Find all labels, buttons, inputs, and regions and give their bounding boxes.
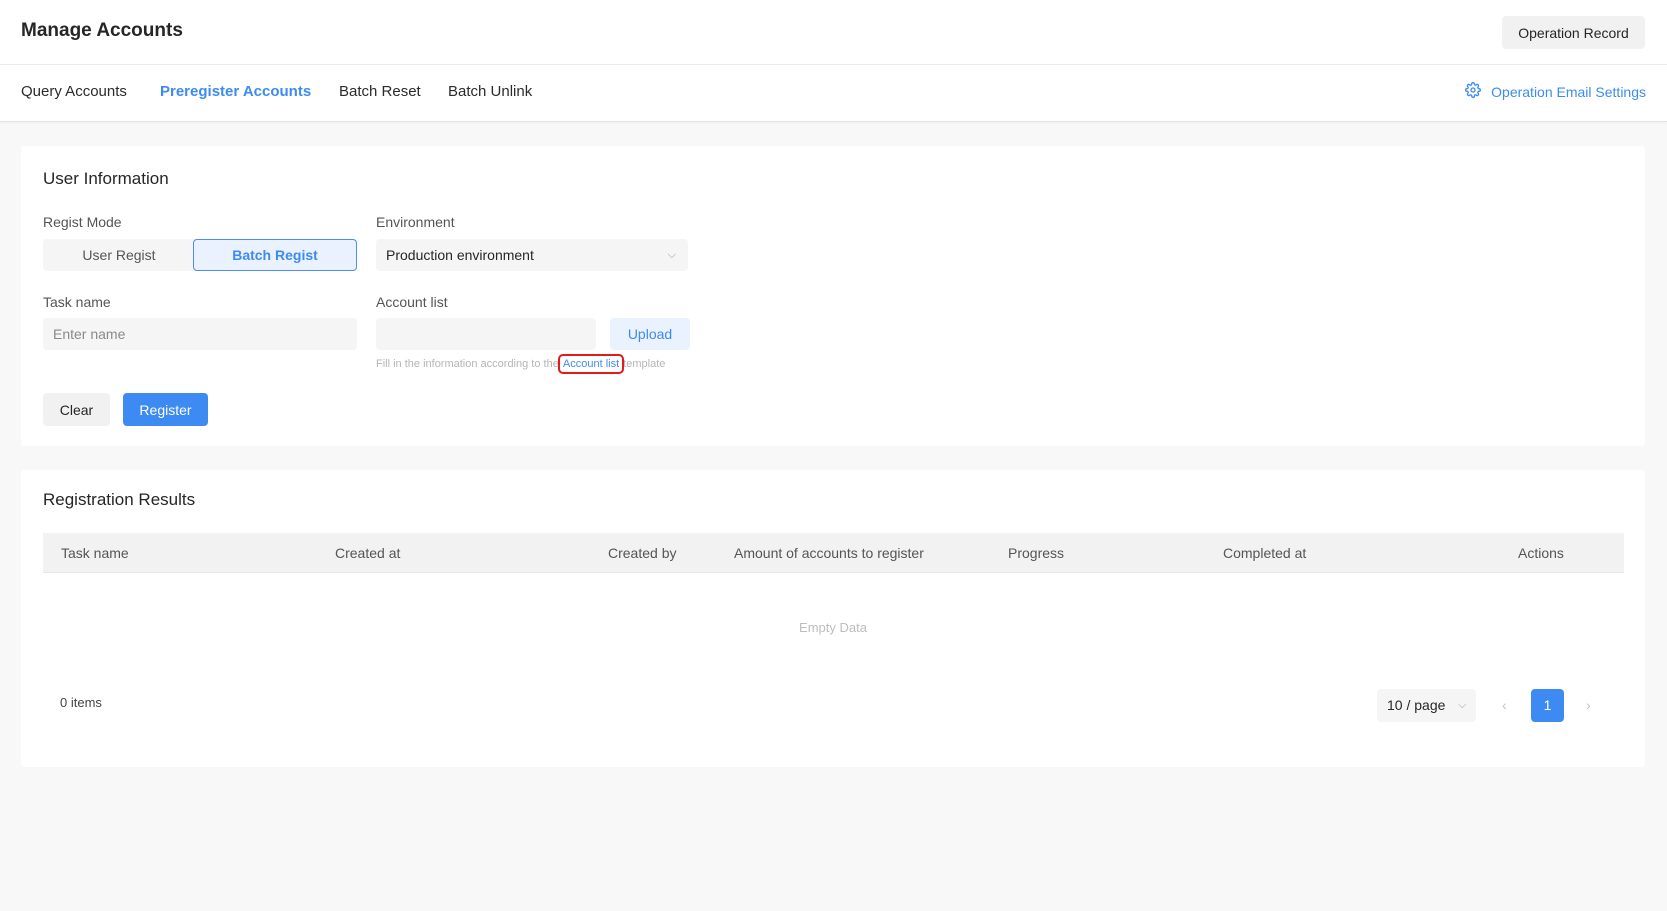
gear-icon	[1465, 82, 1482, 101]
user-regist-option[interactable]: User Regist	[43, 239, 195, 271]
hint-text-after: template	[623, 358, 666, 370]
column-amount: Amount of accounts to register	[734, 545, 924, 561]
task-name-input[interactable]	[43, 318, 357, 350]
column-actions: Actions	[1518, 545, 1564, 561]
regist-mode-label: Regist Mode	[43, 214, 122, 230]
tab-preregister-accounts[interactable]: Preregister Accounts	[160, 83, 311, 100]
user-information-card: User Information Regist Mode User Regist…	[21, 146, 1645, 446]
account-list-template-link[interactable]: Account list	[557, 354, 625, 374]
tab-query-accounts[interactable]: Query Accounts	[21, 83, 127, 100]
account-list-hint: Fill in the information according to the…	[376, 354, 666, 374]
tab-batch-reset[interactable]: Batch Reset	[339, 83, 421, 100]
previous-page-icon[interactable]: ‹	[1502, 689, 1507, 722]
tab-bar: Query Accounts Preregister Accounts Batc…	[0, 65, 1667, 122]
environment-select[interactable]: Production environment ⌵	[376, 239, 688, 271]
user-information-title: User Information	[43, 169, 169, 188]
operation-email-settings-link[interactable]: Operation Email Settings	[1465, 82, 1646, 101]
operation-email-settings-label: Operation Email Settings	[1491, 83, 1646, 100]
page-size-select[interactable]: 10 / page ⌵	[1377, 689, 1476, 722]
chevron-down-icon: ⌵	[1458, 700, 1466, 711]
operation-record-button[interactable]: Operation Record	[1502, 16, 1645, 49]
account-list-label: Account list	[376, 294, 448, 310]
environment-value: Production environment	[386, 247, 534, 263]
column-completed-at: Completed at	[1223, 545, 1307, 561]
table-header: Task name Created at Created by Amount o…	[43, 533, 1624, 573]
registration-results-title: Registration Results	[43, 490, 196, 509]
batch-regist-option[interactable]: Batch Regist	[193, 239, 357, 271]
column-created-at: Created at	[335, 545, 401, 561]
tab-batch-unlink[interactable]: Batch Unlink	[448, 83, 532, 100]
account-list-input[interactable]	[376, 318, 596, 350]
hint-text-before: Fill in the information according to the	[376, 358, 559, 370]
register-button[interactable]: Register	[123, 393, 208, 426]
registration-results-card: Registration Results Task name Created a…	[21, 470, 1645, 767]
column-created-by: Created by	[608, 545, 677, 561]
task-name-label: Task name	[43, 294, 111, 310]
column-task-name: Task name	[61, 545, 129, 561]
empty-data-text: Empty Data	[799, 620, 867, 635]
next-page-icon[interactable]: ›	[1586, 689, 1591, 722]
environment-label: Environment	[376, 214, 455, 230]
page-number-button[interactable]: 1	[1531, 689, 1564, 722]
regist-mode-segmented-control: User Regist Batch Regist	[43, 239, 357, 271]
page-size-value: 10 / page	[1387, 697, 1446, 713]
page-header: Manage Accounts Operation Record	[0, 0, 1667, 65]
total-items-count: 0 items	[60, 695, 102, 710]
chevron-down-icon: ⌵	[667, 249, 676, 261]
upload-button[interactable]: Upload	[610, 318, 690, 350]
page-title: Manage Accounts	[21, 20, 183, 41]
column-progress: Progress	[1008, 545, 1065, 561]
clear-button[interactable]: Clear	[43, 393, 110, 426]
